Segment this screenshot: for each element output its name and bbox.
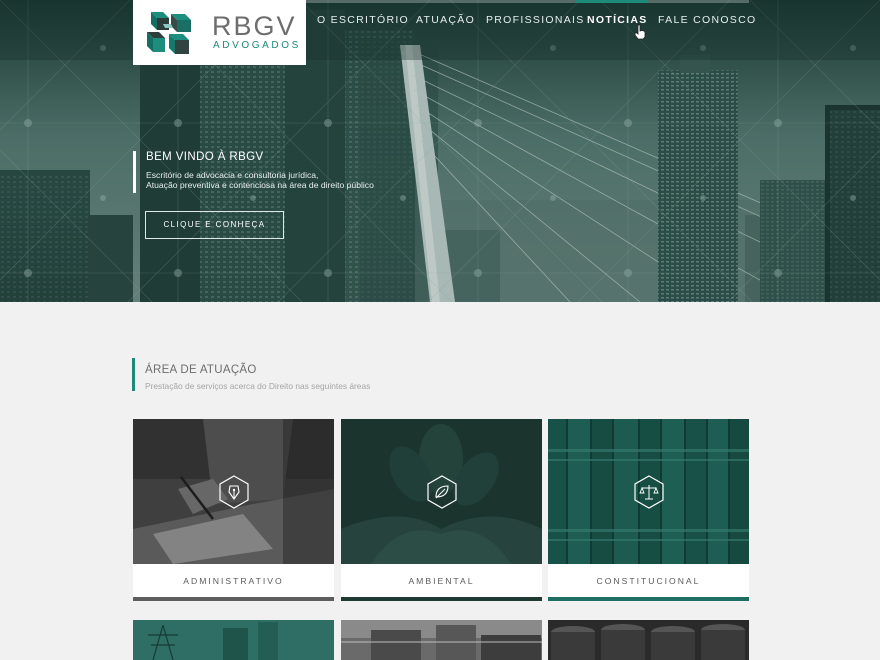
practice-card-row2-3[interactable] bbox=[548, 620, 749, 660]
hero-description-line-2: Atuação preventiva e contenciosa na área… bbox=[146, 180, 374, 190]
logo[interactable]: RBGV ADVOGADOS bbox=[133, 0, 306, 65]
practice-card-constitucional[interactable]: CONSTITUCIONAL bbox=[548, 419, 749, 601]
card-image-administrativo bbox=[133, 419, 334, 564]
hero-background bbox=[0, 0, 880, 302]
logo-subtitle: ADVOGADOS bbox=[213, 40, 301, 51]
card-bar-ambiental bbox=[341, 597, 542, 601]
logo-name: RBGV bbox=[212, 11, 297, 41]
hero-intro: BEM VINDO À RBGV Escritório de advocacia… bbox=[133, 151, 374, 193]
section-title: ÁREA DE ATUAÇÃO bbox=[145, 364, 257, 376]
nav-item-fale-conosco[interactable]: FALE CONOSCO bbox=[658, 0, 756, 40]
practice-card-administrativo[interactable]: ADMINISTRATIVO bbox=[133, 419, 334, 601]
nav-item-escritorio[interactable]: O ESCRITÓRIO bbox=[317, 0, 409, 40]
card-bar-constitucional bbox=[548, 597, 749, 601]
nav-item-atuacao[interactable]: ATUAÇÃO bbox=[416, 0, 475, 40]
practice-card-ambiental[interactable]: AMBIENTAL bbox=[341, 419, 542, 601]
hand-cursor-icon bbox=[634, 24, 646, 40]
hero-banner: RBGV ADVOGADOS O ESCRITÓRIO ATUAÇÃO PROF… bbox=[0, 0, 880, 302]
card-label-constitucional: CONSTITUCIONAL bbox=[548, 564, 749, 597]
practice-card-row2-2[interactable] bbox=[341, 620, 542, 660]
hero-description-line-1: Escritório de advocacia e consultoria ju… bbox=[146, 170, 319, 180]
section-subtitle: Prestação de serviços acerca do Direito … bbox=[145, 381, 371, 391]
card-bar-administrativo bbox=[133, 597, 334, 601]
practice-card-row2-1[interactable] bbox=[133, 620, 334, 660]
scales-icon bbox=[634, 475, 664, 509]
card-image-constitucional bbox=[548, 419, 749, 564]
learn-more-button[interactable]: CLIQUE E CONHEÇA bbox=[145, 211, 284, 239]
hero-title: BEM VINDO À RBGV bbox=[146, 151, 264, 163]
card-label-ambiental: AMBIENTAL bbox=[341, 564, 542, 597]
leaf-icon bbox=[427, 475, 457, 509]
nav-item-profissionais[interactable]: PROFISSIONAIS bbox=[486, 0, 585, 40]
logo-cubes-icon bbox=[147, 12, 191, 54]
card-image-ambiental bbox=[341, 419, 542, 564]
card-label-administrativo: ADMINISTRATIVO bbox=[133, 564, 334, 597]
practice-areas-header: ÁREA DE ATUAÇÃO Prestação de serviços ac… bbox=[132, 358, 370, 391]
fountain-pen-icon bbox=[219, 475, 249, 509]
